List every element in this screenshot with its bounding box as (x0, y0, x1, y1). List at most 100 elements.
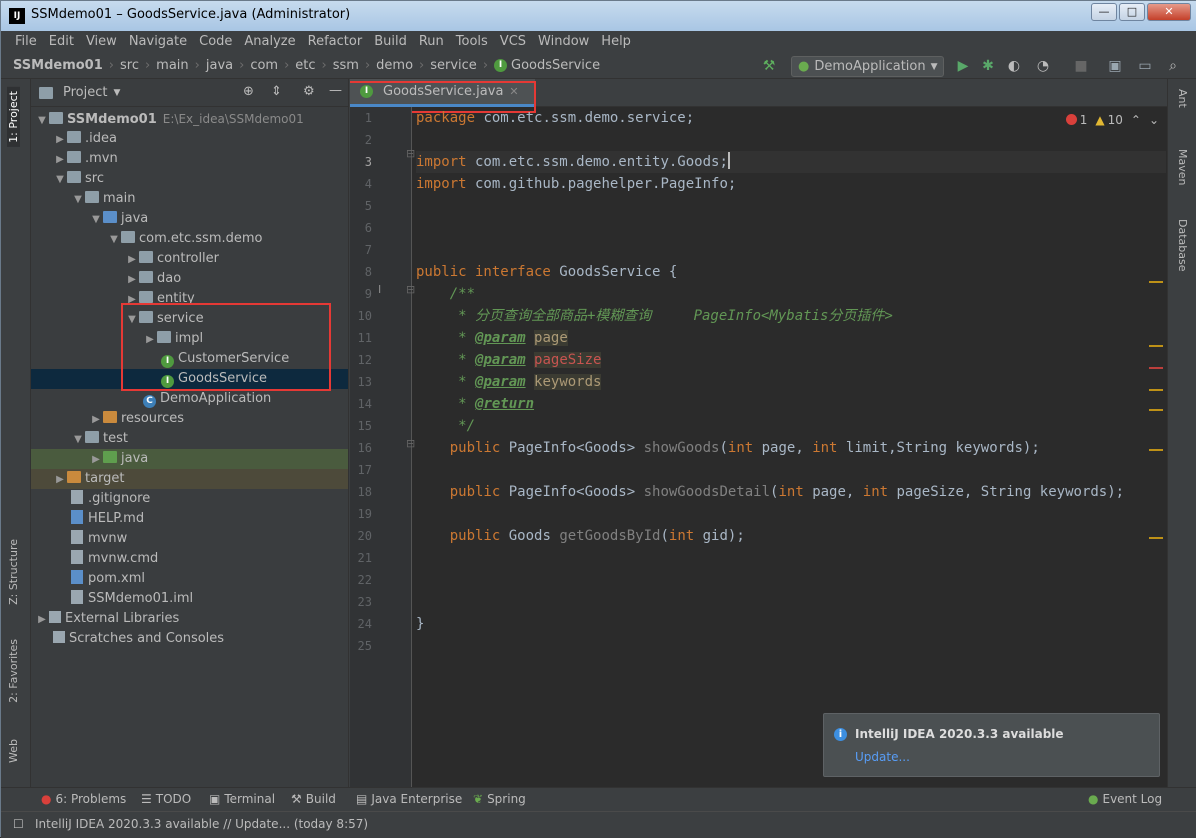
tree-node[interactable]: ▶ dao (31, 269, 348, 290)
breadcrumb-item[interactable]: service (430, 58, 477, 73)
chevron-down-icon[interactable]: ▼ (113, 88, 120, 98)
menu-edit[interactable]: Edit (43, 31, 80, 53)
tab-ant[interactable]: Ant (1176, 89, 1189, 108)
run-icon[interactable]: ▶ (955, 58, 971, 74)
collapse-icon[interactable]: ▶ (89, 450, 103, 470)
collapse-icon[interactable]: ▶ (53, 130, 67, 150)
breadcrumb-item[interactable]: com (250, 58, 278, 73)
warning-stripe[interactable] (1149, 345, 1163, 347)
hammer-icon[interactable]: ⚒ (761, 58, 777, 74)
expand-icon[interactable]: ▼ (53, 170, 67, 190)
chevron-up-icon[interactable]: ⌃ (1131, 113, 1141, 127)
tab-spring[interactable]: ❦ Spring (473, 792, 526, 806)
breadcrumb-item[interactable]: main (156, 58, 188, 73)
maximize-button[interactable]: □ (1119, 3, 1145, 21)
search-icon[interactable]: ⌕ (1165, 58, 1181, 74)
menu-help[interactable]: Help (595, 31, 637, 53)
breadcrumb-item[interactable]: ssm (333, 58, 359, 73)
menu-code[interactable]: Code (193, 31, 238, 53)
collapse-icon[interactable]: ▶ (125, 270, 139, 290)
tab-maven[interactable]: Maven (1176, 149, 1189, 185)
minimize-button[interactable]: — (1091, 3, 1117, 21)
tree-node[interactable]: ▶ target (31, 469, 348, 490)
expand-icon[interactable]: ▼ (71, 190, 85, 210)
collapse-icon[interactable]: ▶ (53, 470, 67, 490)
tree-node[interactable]: ▶ resources (31, 409, 348, 430)
close-button[interactable]: ✕ (1147, 3, 1191, 21)
menu-navigate[interactable]: Navigate (123, 31, 193, 53)
implemented-icon[interactable]: Ⅰ (378, 283, 381, 296)
tab-project[interactable]: 1: Project (7, 87, 20, 147)
expand-icon[interactable]: ▼ (71, 430, 85, 450)
error-stripe[interactable] (1149, 367, 1163, 369)
project-structure-icon[interactable]: ▣ (1107, 58, 1123, 74)
tree-node[interactable]: ▶ .idea (31, 129, 348, 150)
gear-icon[interactable]: ⚙ (303, 84, 315, 99)
run-configuration-select[interactable]: ● DemoApplication ▼ (791, 56, 944, 77)
profile-icon[interactable]: ◔ (1035, 58, 1051, 74)
chevron-down-icon[interactable]: ⌄ (1149, 113, 1159, 127)
fold-icon[interactable]: ⊟ (406, 283, 415, 296)
breadcrumb-item[interactable]: java (206, 58, 233, 73)
breadcrumb-item[interactable]: demo (376, 58, 413, 73)
tree-node[interactable]: ▼ main (31, 189, 348, 210)
warning-stripe[interactable] (1149, 537, 1163, 539)
fold-icon[interactable]: ⊟ (406, 147, 415, 160)
tab-todo[interactable]: ☰ TODO (141, 792, 191, 806)
debug-icon[interactable]: ✱ (980, 58, 996, 74)
menu-file[interactable]: File (9, 31, 43, 53)
tree-node[interactable]: HELP.md (31, 509, 348, 529)
tab-problems[interactable]: ● 6: Problems (41, 792, 126, 806)
tab-structure[interactable]: Z: Structure (7, 539, 20, 605)
collapse-all-icon[interactable]: ⇕ (271, 84, 282, 99)
tree-node[interactable]: ▶ java (31, 449, 348, 470)
tree-node[interactable]: SSMdemo01.iml (31, 589, 348, 609)
stop-icon[interactable]: ■ (1073, 58, 1089, 74)
tree-node[interactable]: .gitignore (31, 489, 348, 509)
locate-icon[interactable]: ⊕ (243, 84, 254, 99)
tree-node[interactable]: ▼ test (31, 429, 348, 450)
breadcrumb-item[interactable]: GoodsService (511, 58, 600, 73)
tab-java-enterprise[interactable]: ▤ Java Enterprise (356, 792, 462, 806)
update-link[interactable]: Update... (855, 750, 910, 764)
collapse-icon[interactable]: ▶ (125, 250, 139, 270)
tab-favorites[interactable]: 2: Favorites (7, 639, 20, 703)
tree-node[interactable]: ▶ .mvn (31, 149, 348, 170)
warning-stripe[interactable] (1149, 449, 1163, 451)
warning-stripe[interactable] (1149, 389, 1163, 391)
tree-node[interactable]: ▶ controller (31, 249, 348, 270)
layout-toggle-icon[interactable]: ☐ (13, 817, 24, 831)
tree-node[interactable]: ▼ src (31, 169, 348, 190)
menu-window[interactable]: Window (532, 31, 595, 53)
menu-tools[interactable]: Tools (450, 31, 494, 53)
breadcrumb-item[interactable]: SSMdemo01 (13, 58, 103, 73)
expand-icon[interactable]: ▼ (89, 210, 103, 230)
tab-event-log[interactable]: ● Event Log (1088, 792, 1162, 806)
tree-node[interactable]: ▼ com.etc.ssm.demo (31, 229, 348, 249)
error-count[interactable]: 1 (1065, 113, 1087, 127)
breadcrumb-item[interactable]: src (120, 58, 139, 73)
menu-vcs[interactable]: VCS (494, 31, 532, 53)
tab-build[interactable]: ⚒ Build (291, 792, 336, 806)
collapse-icon[interactable]: ▶ (35, 610, 49, 630)
fold-icon[interactable]: ⊟ (406, 437, 415, 450)
warning-stripe[interactable] (1149, 409, 1163, 411)
hide-icon[interactable]: — (329, 83, 342, 98)
tab-web[interactable]: Web (7, 739, 20, 763)
tree-node[interactable]: mvnw.cmd (31, 549, 348, 569)
layout-icon[interactable]: ▭ (1137, 58, 1153, 74)
status-text[interactable]: IntelliJ IDEA 2020.3.3 available // Upda… (35, 817, 368, 831)
collapse-icon[interactable]: ▶ (89, 410, 103, 430)
collapse-icon[interactable]: ▶ (53, 150, 67, 170)
warning-stripe[interactable] (1149, 281, 1163, 283)
menu-refactor[interactable]: Refactor (302, 31, 369, 53)
tab-terminal[interactable]: ▣ Terminal (209, 792, 275, 806)
menu-run[interactable]: Run (413, 31, 450, 53)
menu-analyze[interactable]: Analyze (238, 31, 301, 53)
warning-count[interactable]: ▲ 10 (1095, 113, 1123, 127)
coverage-icon[interactable]: ◐ (1006, 58, 1022, 74)
tree-node[interactable]: Scratches and Consoles (31, 629, 348, 649)
project-panel-title[interactable]: Project (63, 85, 107, 100)
tree-node[interactable]: C DemoApplication (31, 389, 348, 409)
tree-node[interactable]: pom.xml (31, 569, 348, 589)
